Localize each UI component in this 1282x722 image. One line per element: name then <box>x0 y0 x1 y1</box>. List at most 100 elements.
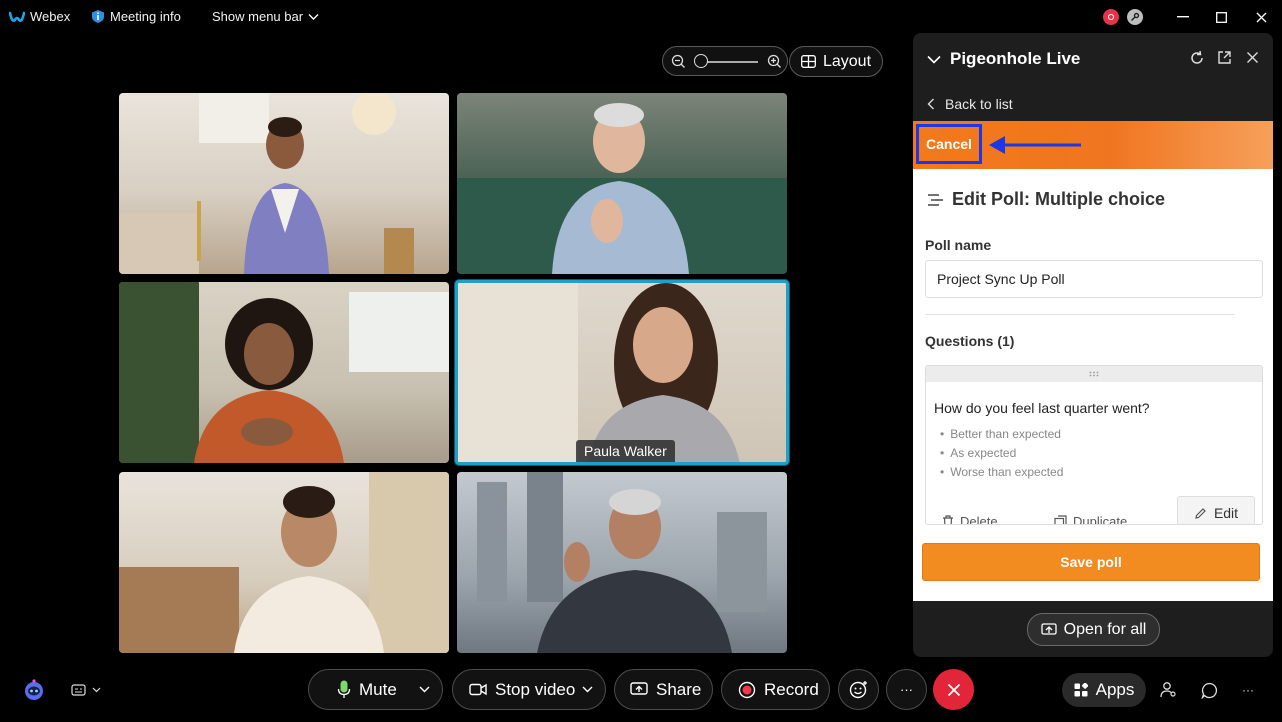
close-x-icon <box>947 683 960 696</box>
captions-button[interactable] <box>68 680 104 700</box>
poll-editor-header: Cancel <box>913 121 1273 169</box>
end-meeting-button[interactable] <box>933 669 974 710</box>
meeting-info-label: Meeting info <box>110 9 181 24</box>
pop-out-icon[interactable] <box>1217 50 1232 65</box>
participant-video <box>119 93 414 274</box>
chat-button[interactable] <box>1199 680 1219 700</box>
zoom-in-icon[interactable] <box>767 54 782 69</box>
trash-icon <box>943 515 953 524</box>
more-panels-icon: ··· <box>1242 683 1254 697</box>
duplicate-icon <box>1054 515 1067 524</box>
participant-video <box>119 472 449 653</box>
share-button[interactable]: Share <box>614 669 713 710</box>
webex-app-label[interactable]: Webex <box>9 9 70 24</box>
microphone-icon <box>337 680 351 698</box>
record-label: Record <box>764 679 819 699</box>
video-tile[interactable] <box>457 472 787 653</box>
poll-name-input[interactable]: Project Sync Up Poll <box>925 260 1263 298</box>
participant-video <box>457 103 787 274</box>
back-to-list-link[interactable]: Back to list <box>913 85 1273 123</box>
meeting-info-button[interactable]: Meeting info <box>91 9 181 24</box>
question-card[interactable]: How do you feel last quarter went? • Bett… <box>925 365 1263 525</box>
panel-header: Pigeonhole Live <box>913 33 1273 85</box>
show-menu-bar-button[interactable]: Show menu bar <box>212 9 319 24</box>
drag-handle[interactable] <box>926 366 1262 382</box>
video-tile-active-speaker[interactable]: Paula Walker <box>455 280 789 465</box>
close-panel-icon[interactable] <box>1246 51 1259 64</box>
key-status-icon[interactable] <box>1127 9 1143 25</box>
more-options-button[interactable]: ··· <box>886 669 927 710</box>
cancel-label: Cancel <box>926 136 972 152</box>
zoom-slider-handle[interactable] <box>694 54 708 68</box>
divider <box>925 314 1235 315</box>
open-for-all-button[interactable]: Open for all <box>1027 613 1160 646</box>
chevron-down-icon[interactable] <box>419 686 430 693</box>
option-item: • As expected <box>940 446 1017 460</box>
more-options-label: ··· <box>900 682 913 697</box>
option-item: • Worse than expected <box>940 465 1064 479</box>
video-tile[interactable] <box>457 93 787 274</box>
cancel-button[interactable]: Cancel <box>916 124 982 164</box>
maximize-icon[interactable] <box>1211 7 1231 27</box>
webex-assistant-icon[interactable] <box>21 677 46 702</box>
record-button[interactable]: Record <box>721 669 830 710</box>
chevron-down-icon <box>92 687 101 693</box>
participants-button[interactable] <box>1159 680 1179 700</box>
minimize-icon[interactable] <box>1173 7 1193 27</box>
apps-grid-icon <box>1074 683 1088 697</box>
duplicate-button[interactable]: Duplicate <box>1054 514 1128 525</box>
emoji-icon <box>849 681 867 699</box>
layout-button[interactable]: Layout <box>789 46 883 77</box>
mute-button[interactable]: Mute <box>308 669 443 710</box>
apps-button[interactable]: Apps <box>1062 673 1146 707</box>
apps-label: Apps <box>1095 680 1135 699</box>
more-panels-button[interactable]: ··· <box>1238 680 1258 700</box>
open-for-all-label: Open for all <box>1063 620 1147 638</box>
delete-label: Delete <box>960 514 998 525</box>
questions-label: Questions (1) <box>925 333 1015 349</box>
open-share-icon <box>1040 622 1057 635</box>
layout-label: Layout <box>822 52 872 70</box>
poll-name-label: Poll name <box>925 237 992 253</box>
close-window-icon[interactable] <box>1251 7 1271 27</box>
pigeonhole-live-panel: Pigeonhole Live Back to list Cancel Edit… <box>913 33 1273 657</box>
participants-icon <box>1160 682 1176 698</box>
participant-video <box>119 282 449 463</box>
edit-poll-title: Edit Poll: Multiple choice <box>952 189 1166 209</box>
pencil-icon <box>1195 507 1206 519</box>
back-label: Back to list <box>945 96 1013 112</box>
recording-status-icon[interactable] <box>1103 9 1119 25</box>
zoom-slider-track[interactable] <box>700 61 758 63</box>
video-tile[interactable] <box>119 472 449 653</box>
collapse-chevron-icon[interactable] <box>927 55 941 64</box>
save-poll-button[interactable]: Save poll <box>922 543 1260 581</box>
chevron-left-icon <box>927 98 934 110</box>
poll-name-value: Project Sync Up Poll <box>937 271 1065 287</box>
delete-button[interactable]: Delete <box>942 514 998 525</box>
edit-poll-heading: Edit Poll: Multiple choice <box>927 189 1165 210</box>
zoom-control[interactable] <box>662 46 788 76</box>
zoom-out-icon[interactable] <box>671 54 686 69</box>
record-icon <box>738 681 756 698</box>
reactions-button[interactable] <box>838 669 879 710</box>
panel-title: Pigeonhole Live <box>950 49 1081 68</box>
layout-grid-icon <box>801 55 816 68</box>
stop-video-label: Stop video <box>495 679 576 699</box>
share-label: Share <box>656 679 702 699</box>
participant-video <box>477 472 767 653</box>
drag-handle-icon <box>1089 371 1099 377</box>
video-tile[interactable] <box>119 93 449 274</box>
duplicate-label: Duplicate <box>1073 514 1128 525</box>
chevron-down-icon[interactable] <box>582 686 593 693</box>
show-menu-bar-label: Show menu bar <box>212 9 304 24</box>
video-camera-icon <box>469 683 487 696</box>
save-poll-label: Save poll <box>1060 554 1122 570</box>
participant-name-tag: Paula Walker <box>576 440 675 462</box>
stop-video-button[interactable]: Stop video <box>452 669 606 710</box>
edit-question-button[interactable]: Edit <box>1177 496 1255 524</box>
mute-label: Mute <box>359 679 397 699</box>
app-name: Webex <box>30 9 71 24</box>
video-tile[interactable] <box>119 282 449 463</box>
refresh-icon[interactable] <box>1189 50 1205 66</box>
question-text: How do you feel last quarter went? <box>934 400 1150 416</box>
